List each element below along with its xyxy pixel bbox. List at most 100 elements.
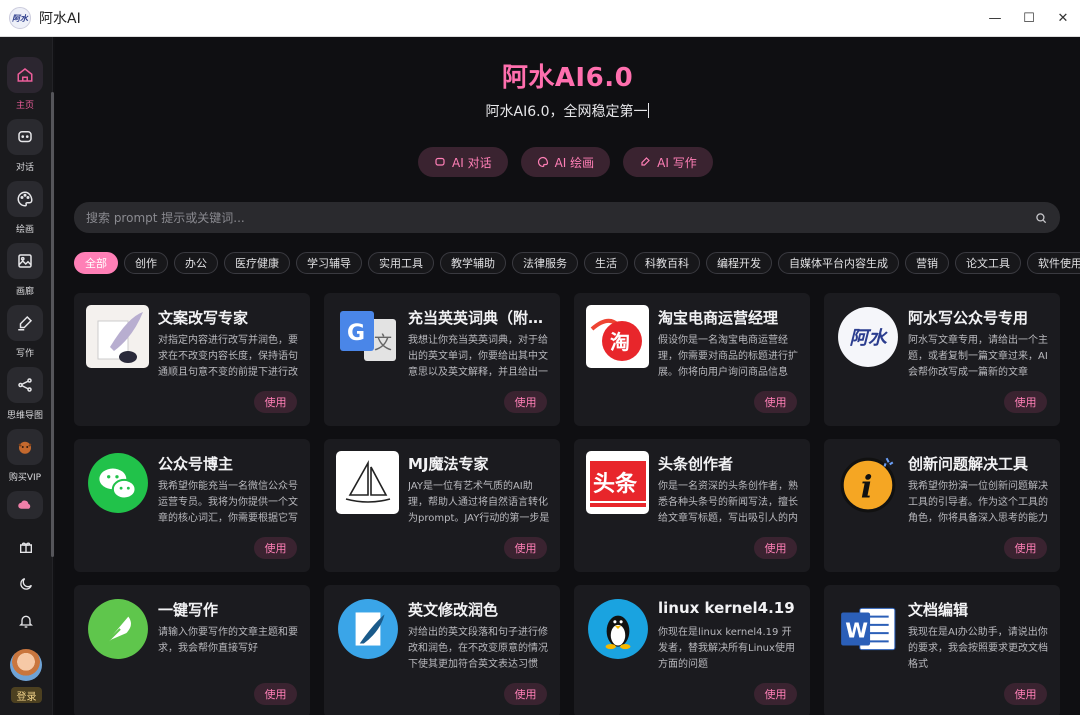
palette-icon [7,181,43,217]
use-button[interactable]: 使用 [254,683,297,705]
use-button[interactable]: 使用 [754,683,797,705]
sidebar-item-label: 思维导图 [6,411,43,421]
tag-teaching[interactable]: 教学辅助 [440,252,506,274]
prompt-card[interactable]: 文案改写专家 对指定内容进行改写并润色，要求在不改变内容长度，保持语句通顺且句意… [74,293,310,426]
prompt-card[interactable]: W 文档编辑 我现在是AI办公助手，请说出你的要求，我会按照要求更改文档格式 使… [824,585,1060,715]
sidebar-item-label: 绘画 [15,225,34,235]
ai-chat-button[interactable]: AI 对话 [418,147,508,177]
mindmap-icon [7,367,43,403]
prompt-card[interactable]: 文G 充当英英词典（附中文解释） 我想让你充当英英词典，对于给出的英文单词，你要… [324,293,560,426]
use-button[interactable]: 使用 [754,537,797,559]
prompt-card[interactable]: 头条 头条创作者 你是一名资深的头条创作者，熟悉各种头条号的新闻写法，擅长给文章… [574,439,810,572]
search-bar [74,202,1060,233]
wechat-icon [86,451,149,514]
use-button[interactable]: 使用 [1004,391,1047,413]
use-button[interactable]: 使用 [504,683,547,705]
tag-programming[interactable]: 编程开发 [706,252,772,274]
sidebar-item-chat[interactable]: 对话 [6,119,44,173]
tag-life[interactable]: 生活 [584,252,628,274]
prompt-card[interactable]: 公众号博主 我希望你能充当一名微信公众号运营专员。我将为你提供一个文章的核心词汇… [74,439,310,572]
sidebar-item-write[interactable]: 写作 [6,305,44,359]
sidebar-item-mindmap[interactable]: 思维导图 [6,367,44,421]
close-button[interactable]: ✕ [1046,0,1080,37]
tag-encyclopedia[interactable]: 科教百科 [634,252,700,274]
sidebar-item-label: 主页 [15,101,34,111]
svg-text:i: i [860,469,872,505]
tag-creation[interactable]: 创作 [124,252,168,274]
use-button[interactable]: 使用 [754,391,797,413]
prompt-card[interactable]: 英文修改润色 对给出的英文段落和句子进行修改和润色，在不改变原意的情况下使其更加… [324,585,560,715]
linux-icon [586,597,649,660]
ai-draw-button[interactable]: AI 绘画 [520,147,611,177]
svg-text:头条: 头条 [593,471,638,497]
use-button[interactable]: 使用 [1004,683,1047,705]
window-title: 阿水AI [39,11,81,27]
search-input[interactable] [86,210,1034,225]
app-logo: 阿水 [9,7,31,29]
info-icon: i [836,451,899,514]
prompt-card[interactable]: MJ魔法专家 JAY是一位有艺术气质的AI助理，帮助人通过将自然语言转化为pro… [324,439,560,572]
avatar[interactable] [10,649,42,681]
page-subtitle: 阿水AI6.0，全网稳定第一 [485,103,650,120]
sidebar-item-partial[interactable] [6,491,44,519]
taobao-icon: 淘 [586,305,649,368]
translate-icon: 文G [336,305,399,368]
use-button[interactable]: 使用 [254,537,297,559]
feather-icon [86,597,149,660]
svg-text:W: W [845,618,868,642]
minimize-button[interactable]: — [978,0,1012,37]
tag-marketing[interactable]: 营销 [905,252,949,274]
login-button[interactable]: 登录 [11,687,42,703]
sidebar: 主页 对话 绘画 画廊 写作 思维导图 购买VIP 登录 [0,37,54,715]
sidebar-item-label: 写作 [15,349,34,359]
tag-paper[interactable]: 论文工具 [955,252,1021,274]
prompt-card[interactable]: linux kernel4.19 你现在是linux kernel4.19 开发… [574,585,810,715]
sidebar-item-home[interactable]: 主页 [6,57,44,111]
title-bar: 阿水 阿水AI — ☐ ✕ [0,0,1080,37]
image-icon [7,243,43,279]
vip-icon [7,429,43,465]
tag-all[interactable]: 全部 [74,252,118,274]
sidebar-item-label: 购买VIP [8,473,42,483]
word-icon: W [836,597,899,660]
prompt-card[interactable]: 淘 淘宝电商运营经理 假设你是一名淘宝电商运营经理，你需要对商品的标题进行扩展。… [574,293,810,426]
prompt-card[interactable]: i 创新问题解决工具 我希望你扮演一位创新问题解决工具的引导者。作为这个工具的角… [824,439,1060,572]
use-button[interactable]: 使用 [1004,537,1047,559]
palette-icon [537,156,548,168]
moon-icon[interactable] [16,574,36,594]
sidebar-item-vip[interactable]: 购买VIP [6,429,44,483]
sailboat-icon [336,451,399,514]
tag-self-media[interactable]: 自媒体平台内容生成 [778,252,899,274]
chat-icon [7,119,43,155]
chat-icon [435,157,445,166]
prompt-card[interactable]: 一键写作 请输入你要写作的文章主题和要求，我会帮你直接写好 使用 [74,585,310,715]
tag-legal[interactable]: 法律服务 [512,252,578,274]
main-content: 阿水AI6.0 阿水AI6.0，全网稳定第一 AI 对话 AI 绘画 AI 写作… [55,37,1080,715]
category-tags: 全部 创作 办公 医疗健康 学习辅导 实用工具 教学辅助 法律服务 生活 科教百… [74,252,1080,274]
use-button[interactable]: 使用 [504,537,547,559]
sidebar-item-draw[interactable]: 绘画 [6,181,44,235]
tag-medical[interactable]: 医疗健康 [224,252,290,274]
use-button[interactable]: 使用 [504,391,547,413]
ai-write-button[interactable]: AI 写作 [623,147,713,177]
search-icon[interactable] [1034,211,1048,225]
tag-office[interactable]: 办公 [174,252,218,274]
svg-text:淘: 淘 [610,330,630,354]
quill-icon [86,305,149,368]
pen-icon [7,305,43,341]
ashui-logo-icon: 阿水 [836,305,899,368]
prompt-card[interactable]: 阿水 阿水写公众号专用 阿水写文章专用，请给出一个主题，或者复制一篇文章过来，A… [824,293,1060,426]
maximize-button[interactable]: ☐ [1012,0,1046,37]
tag-tutoring[interactable]: 学习辅导 [296,252,362,274]
gift-icon[interactable] [16,537,36,557]
tag-tools[interactable]: 实用工具 [368,252,434,274]
sidebar-item-label: 对话 [15,163,34,173]
sidebar-item-gallery[interactable]: 画廊 [6,243,44,297]
home-icon [7,57,43,93]
use-button[interactable]: 使用 [254,391,297,413]
cloud-icon [7,491,43,519]
bell-icon[interactable] [16,611,36,631]
quill-paper-icon [336,597,399,660]
sidebar-scrollbar[interactable] [51,92,54,557]
tag-software[interactable]: 软件使用 [1027,252,1080,274]
